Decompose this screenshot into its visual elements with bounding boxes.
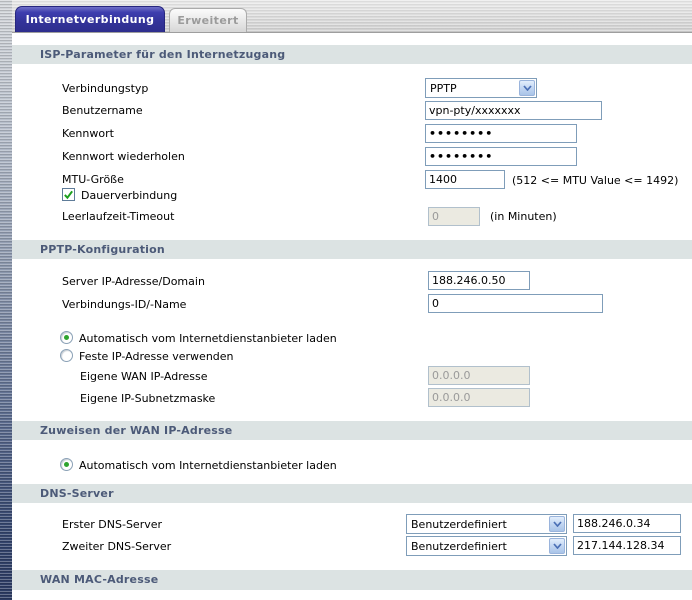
auto-load-label: Automatisch vom Internetdienstanbieter l… <box>79 332 337 345</box>
server-ip-label: Server IP-Adresse/Domain <box>62 275 205 288</box>
password-input[interactable] <box>425 124 577 143</box>
dns1-mode-value: Benutzerdefiniert <box>411 518 507 531</box>
mtu-input[interactable] <box>425 170 505 189</box>
connection-id-label: Verbindungs-ID/-Name <box>62 298 187 311</box>
keepalive-checkbox[interactable] <box>62 188 75 201</box>
radio-dot <box>64 335 69 340</box>
chevron-down-icon[interactable] <box>519 80 535 96</box>
dns1-mode-select[interactable]: Benutzerdefiniert <box>406 514 567 534</box>
idle-timeout-note: (in Minuten) <box>490 210 557 223</box>
auto-load-radio[interactable] <box>60 331 73 344</box>
wan-auto-load-radio[interactable] <box>60 458 73 471</box>
section-header-isp: ISP-Parameter für den Internetzugang <box>12 45 692 64</box>
idle-timeout-input <box>428 207 480 226</box>
subnet-input <box>428 388 530 407</box>
connection-type-label: Verbindungstyp <box>62 82 149 95</box>
subnet-label: Eigene IP-Subnetzmaske <box>80 392 216 405</box>
chevron-down-icon[interactable] <box>549 516 565 532</box>
wan-ip-label: Eigene WAN IP-Adresse <box>80 370 208 383</box>
section-header-dns: DNS-Server <box>12 484 692 503</box>
dns2-input[interactable] <box>573 536 681 555</box>
password-label: Kennwort <box>62 127 114 140</box>
mtu-label: MTU-Größe <box>62 173 124 186</box>
dns2-mode-value: Benutzerdefiniert <box>411 540 507 553</box>
radio-dot <box>64 462 69 467</box>
dns1-input[interactable] <box>573 514 681 533</box>
dns1-label: Erster DNS-Server <box>62 518 163 531</box>
connection-id-input[interactable] <box>428 294 603 313</box>
left-edge-strip <box>0 0 12 600</box>
section-header-pptp: PPTP-Konfiguration <box>12 240 692 259</box>
keepalive-label: Dauerverbindung <box>81 189 178 202</box>
static-ip-radio[interactable] <box>60 349 73 362</box>
password-repeat-input[interactable] <box>425 147 577 166</box>
server-ip-input[interactable] <box>428 271 530 290</box>
tab-bar: Internetverbindung Erweitert <box>12 0 692 33</box>
tab-internetverbindung[interactable]: Internetverbindung <box>15 6 165 32</box>
section-header-wan-ip: Zuweisen der WAN IP-Adresse <box>12 421 692 440</box>
wan-ip-input <box>428 366 530 385</box>
mtu-range-note: (512 <= MTU Value <= 1492) <box>512 174 679 187</box>
wan-auto-load-label: Automatisch vom Internetdienstanbieter l… <box>79 459 337 472</box>
router-config-page: Internetverbindung Erweitert ISP-Paramet… <box>0 0 692 600</box>
username-label: Benutzername <box>62 104 143 117</box>
check-icon <box>64 190 73 200</box>
static-ip-label: Feste IP-Adresse verwenden <box>79 350 234 363</box>
dns2-label: Zweiter DNS-Server <box>62 540 172 553</box>
section-header-wan-mac: WAN MAC-Adresse <box>12 570 692 590</box>
connection-type-value: PPTP <box>430 82 457 95</box>
dns2-mode-select[interactable]: Benutzerdefiniert <box>406 536 567 556</box>
idle-timeout-label: Leerlaufzeit-Timeout <box>62 210 175 223</box>
chevron-down-icon[interactable] <box>549 538 565 554</box>
connection-type-select[interactable]: PPTP <box>425 78 537 98</box>
tab-erweitert[interactable]: Erweitert <box>169 8 247 32</box>
username-input[interactable] <box>425 101 602 120</box>
password-repeat-label: Kennwort wiederholen <box>62 150 185 163</box>
